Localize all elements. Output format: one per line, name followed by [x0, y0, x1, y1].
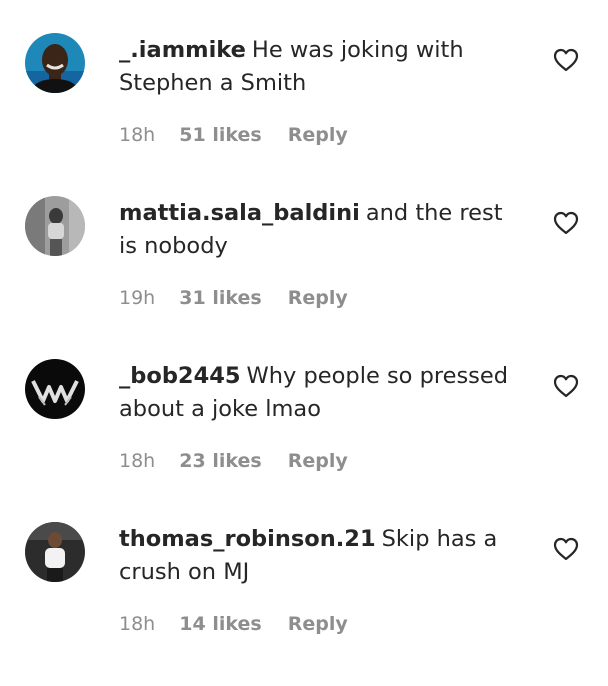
avatar[interactable]	[25, 196, 85, 256]
avatar[interactable]	[25, 359, 85, 419]
comment-item: thomas_robinson.21 Skip has a crush on MJ…	[0, 522, 608, 686]
comment-item: _bob2445 Why people so pressed about a jo…	[0, 359, 608, 523]
comment-username[interactable]: thomas_robinson.21	[119, 526, 376, 552]
heart-outline-icon[interactable]	[553, 537, 579, 561]
comment-likes[interactable]: 23 likes	[179, 449, 261, 473]
reply-button[interactable]: Reply	[288, 449, 348, 473]
heart-outline-icon[interactable]	[553, 211, 579, 235]
avatar[interactable]	[25, 522, 85, 582]
comment-username[interactable]: mattia.sala_baldini	[119, 200, 360, 226]
comment-body: mattia.sala_baldini and the rest is nobod…	[119, 197, 519, 263]
comment-time[interactable]: 18h	[119, 612, 155, 636]
comment-likes[interactable]: 31 likes	[179, 286, 261, 310]
heart-outline-icon[interactable]	[553, 374, 579, 398]
comment-meta: 18h 14 likes Reply	[119, 612, 348, 636]
comment-meta: 18h 51 likes Reply	[119, 123, 348, 147]
comment-time[interactable]: 18h	[119, 449, 155, 473]
comment-time[interactable]: 18h	[119, 123, 155, 147]
heart-outline-icon[interactable]	[553, 48, 579, 72]
reply-button[interactable]: Reply	[288, 286, 348, 310]
comment-likes[interactable]: 14 likes	[179, 612, 261, 636]
comment-body: _bob2445 Why people so pressed about a jo…	[119, 360, 519, 426]
comment-body: _.iammike He was joking with Stephen a Sm…	[119, 34, 519, 100]
comment-username[interactable]: _bob2445	[119, 363, 241, 389]
comment-meta: 18h 23 likes Reply	[119, 449, 348, 473]
comment-meta: 19h 31 likes Reply	[119, 286, 348, 310]
comment-username[interactable]: _.iammike	[119, 37, 246, 63]
comment-likes[interactable]: 51 likes	[179, 123, 261, 147]
reply-button[interactable]: Reply	[288, 123, 348, 147]
comment-item: mattia.sala_baldini and the rest is nobod…	[0, 196, 608, 360]
reply-button[interactable]: Reply	[288, 612, 348, 636]
comment-item: _.iammike He was joking with Stephen a Sm…	[0, 33, 608, 197]
comment-time[interactable]: 19h	[119, 286, 155, 310]
avatar[interactable]	[25, 33, 85, 93]
comment-body: thomas_robinson.21 Skip has a crush on MJ	[119, 523, 519, 589]
